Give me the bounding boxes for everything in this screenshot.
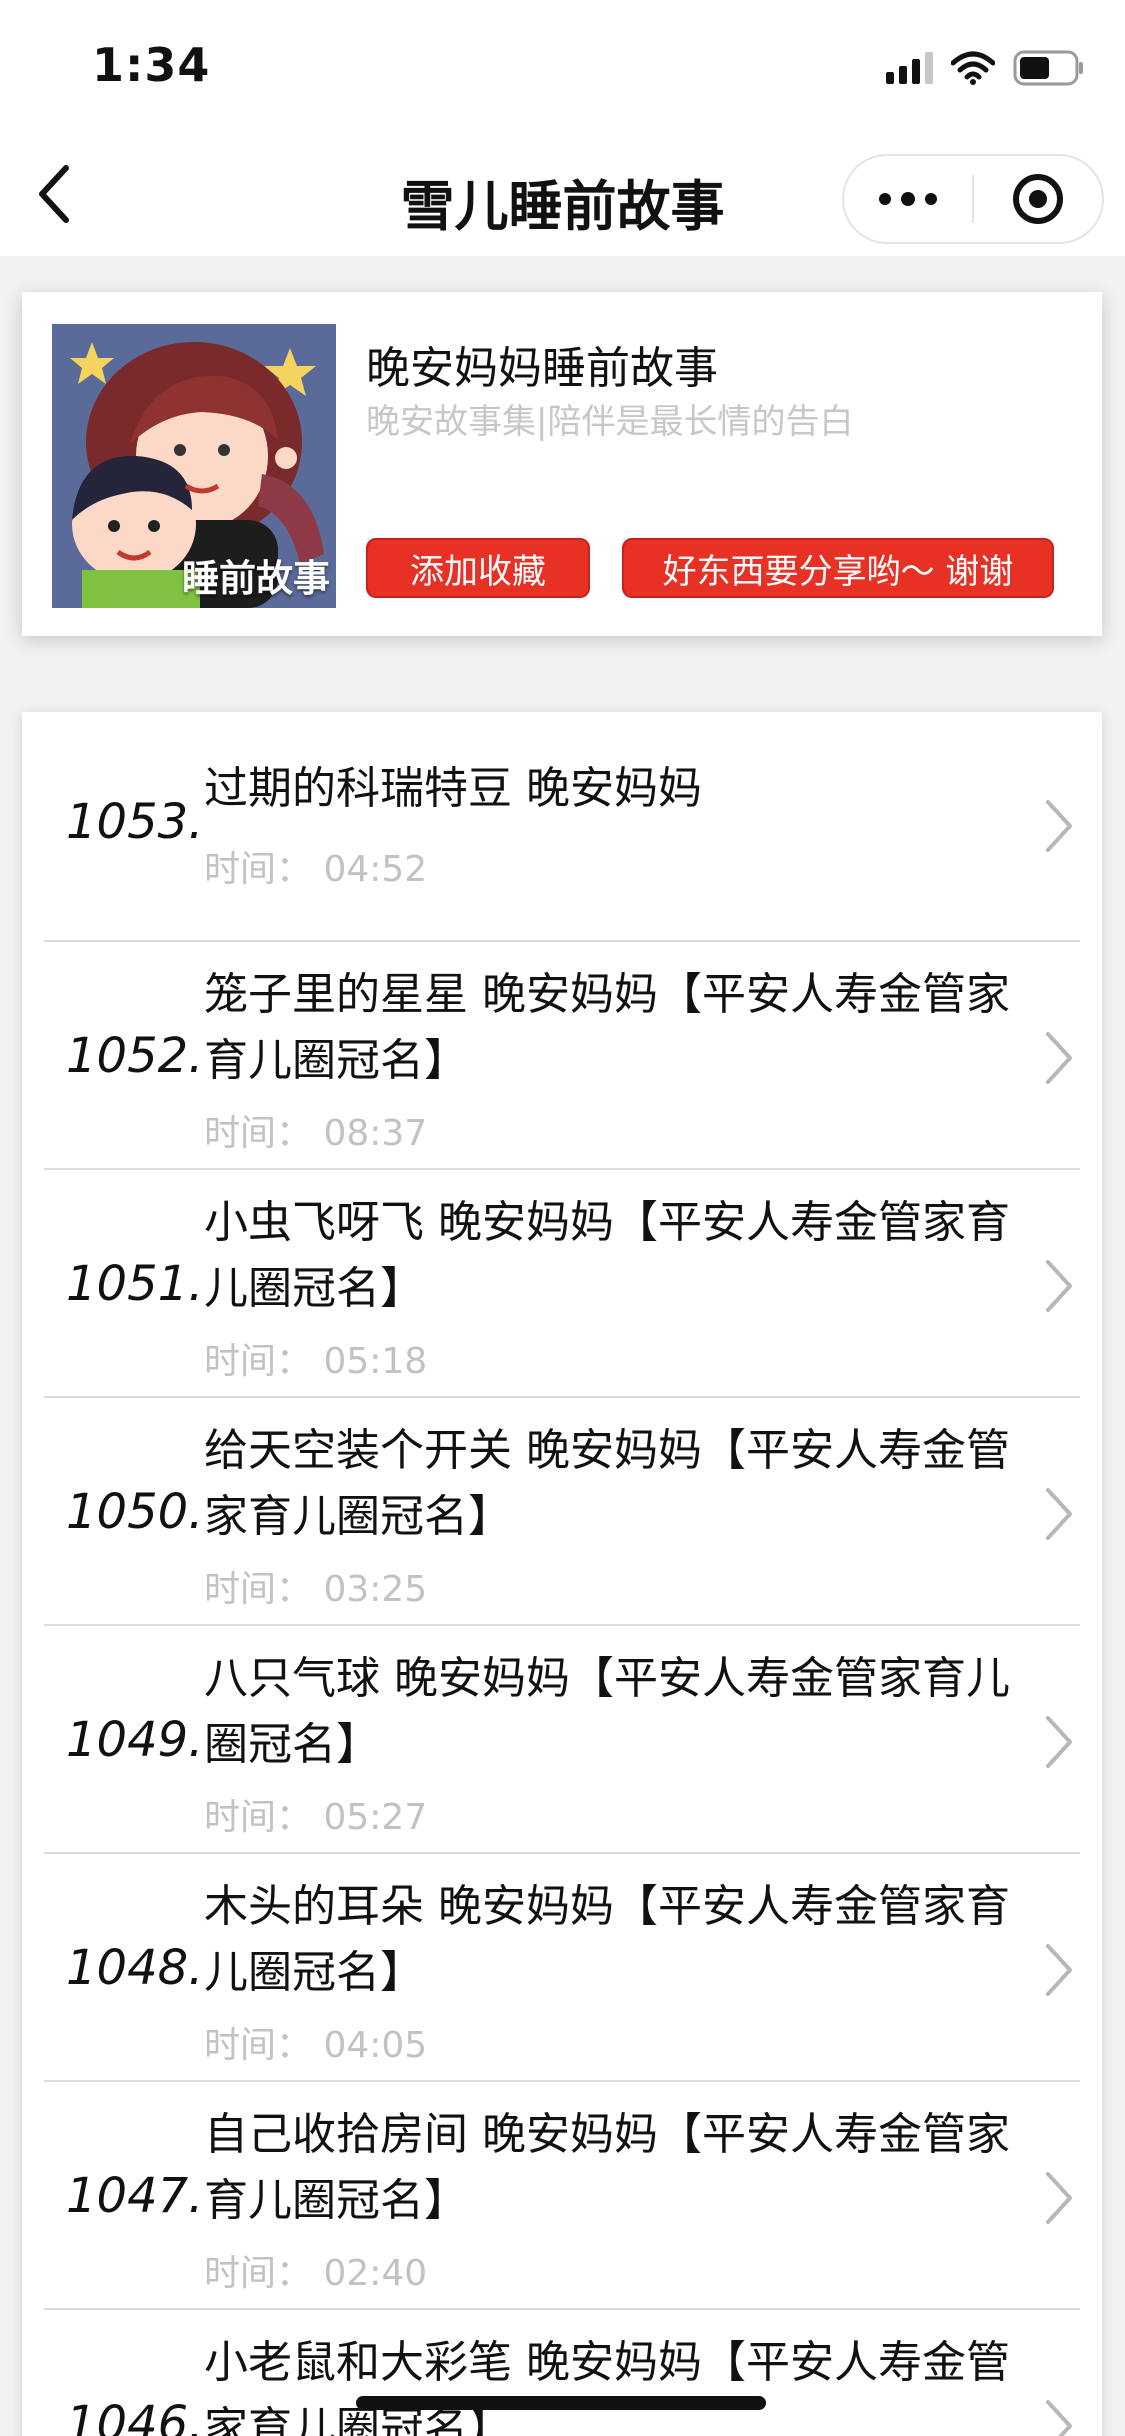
app-screen: 1:34 雪儿睡前故事 睡前故事 晚安妈妈睡前故事 晚安故事集|陪伴是最长情的告…	[0, 0, 1125, 2436]
chevron-right-icon	[1046, 1260, 1072, 1312]
close-target-icon	[1012, 174, 1063, 224]
episode-title: 自己收拾房间 晚安妈妈【平安人寿金管家育儿圈冠名】	[204, 2109, 1010, 2226]
episode-number: 1049.	[66, 1712, 204, 1768]
episode-row[interactable]: 1046. 小老鼠和大彩笔 晚安妈妈【平安人寿金管家育儿圈冠名】	[22, 2308, 1102, 2436]
episode-duration: 时间： 04:52	[204, 849, 428, 890]
row-divider	[44, 2080, 1080, 2082]
episode-number: 1053.	[66, 794, 204, 850]
episode-duration: 时间： 08:37	[204, 1113, 428, 1154]
share-button[interactable]: 好东西要分享哟～ 谢谢	[622, 538, 1054, 598]
episode-row[interactable]: 1053. 过期的科瑞特豆 晚安妈妈时间： 04:52	[22, 712, 1102, 940]
episode-duration: 时间： 05:27	[204, 1797, 428, 1838]
episode-number: 1048.	[66, 1940, 204, 1996]
episode-number: 1050.	[66, 1484, 204, 1540]
album-cover: 睡前故事	[52, 324, 336, 608]
episode-number: 1047.	[66, 2168, 204, 2224]
nav-bar: 雪儿睡前故事	[0, 132, 1125, 256]
mini-program-capsule	[842, 154, 1104, 244]
episode-title: 过期的科瑞特豆 晚安妈妈	[204, 763, 702, 814]
status-bar: 1:34	[0, 0, 1125, 132]
episode-title: 木头的耳朵 晚安妈妈【平安人寿金管家育儿圈冠名】	[204, 1881, 1010, 1998]
episode-title: 八只气球 晚安妈妈【平安人寿金管家育儿圈冠名】	[204, 1653, 1010, 1770]
episode-duration: 时间： 05:18	[204, 1341, 428, 1382]
more-dots-icon	[879, 192, 937, 206]
chevron-right-icon	[1046, 2172, 1072, 2224]
episode-duration: 时间： 03:25	[204, 1569, 428, 1610]
album-title: 晚安妈妈睡前故事	[366, 343, 718, 394]
row-divider	[44, 1396, 1080, 1398]
signal-icon	[886, 52, 933, 84]
episode-duration: 时间： 02:40	[204, 2253, 428, 2294]
more-button[interactable]	[844, 156, 972, 242]
chevron-right-icon	[1046, 2400, 1072, 2436]
cover-caption: 睡前故事	[182, 557, 330, 600]
episode-row[interactable]: 1051. 小虫飞呀飞 晚安妈妈【平安人寿金管家育儿圈冠名】时间： 05:18	[22, 1168, 1102, 1396]
row-divider	[44, 1168, 1080, 1170]
episode-row[interactable]: 1047. 自己收拾房间 晚安妈妈【平安人寿金管家育儿圈冠名】时间： 02:40	[22, 2080, 1102, 2308]
battery-icon	[1013, 50, 1083, 86]
episode-number: 1046.	[66, 2396, 204, 2436]
album-header: 睡前故事 晚安妈妈睡前故事 晚安故事集|陪伴是最长情的告白 添加收藏 好东西要分…	[22, 292, 1102, 636]
status-time: 1:34	[92, 38, 211, 92]
chevron-right-icon	[1046, 1716, 1072, 1768]
wifi-icon	[951, 51, 995, 85]
episode-title: 笼子里的星星 晚安妈妈【平安人寿金管家育儿圈冠名】	[204, 969, 1010, 1086]
episode-duration: 时间： 04:05	[204, 2025, 428, 2066]
row-divider	[44, 1852, 1080, 1854]
row-divider	[44, 1624, 1080, 1626]
status-icons	[886, 48, 1085, 88]
chevron-right-icon	[1046, 1488, 1072, 1540]
add-favorite-button[interactable]: 添加收藏	[366, 538, 590, 598]
episode-title: 给天空装个开关 晚安妈妈【平安人寿金管家育儿圈冠名】	[204, 1425, 1010, 1542]
episode-row[interactable]: 1050. 给天空装个开关 晚安妈妈【平安人寿金管家育儿圈冠名】时间： 03:25	[22, 1396, 1102, 1624]
episode-title: 小虫飞呀飞 晚安妈妈【平安人寿金管家育儿圈冠名】	[204, 1197, 1010, 1314]
chevron-right-icon	[1046, 1032, 1072, 1084]
chevron-right-icon	[1046, 1944, 1072, 1996]
home-indicator	[356, 2396, 766, 2410]
episode-row[interactable]: 1049. 八只气球 晚安妈妈【平安人寿金管家育儿圈冠名】时间： 05:27	[22, 1624, 1102, 1852]
row-divider	[44, 2308, 1080, 2310]
episode-row[interactable]: 1052. 笼子里的星星 晚安妈妈【平安人寿金管家育儿圈冠名】时间： 08:37	[22, 940, 1102, 1168]
episode-title: 小老鼠和大彩笔 晚安妈妈【平安人寿金管家育儿圈冠名】	[204, 2337, 1010, 2436]
episode-row[interactable]: 1048. 木头的耳朵 晚安妈妈【平安人寿金管家育儿圈冠名】时间： 04:05	[22, 1852, 1102, 2080]
row-divider	[44, 940, 1080, 942]
episode-number: 1052.	[66, 1028, 204, 1084]
episode-list: 1053. 过期的科瑞特豆 晚安妈妈 时间： 04:52 1052. 笼子里的星星 晚安…	[22, 712, 1102, 2436]
chevron-right-icon	[1046, 800, 1072, 852]
episode-number: 1051.	[66, 1256, 204, 1312]
album-subtitle: 晚安故事集|陪伴是最长情的告白	[366, 402, 854, 442]
close-button[interactable]	[974, 156, 1102, 242]
